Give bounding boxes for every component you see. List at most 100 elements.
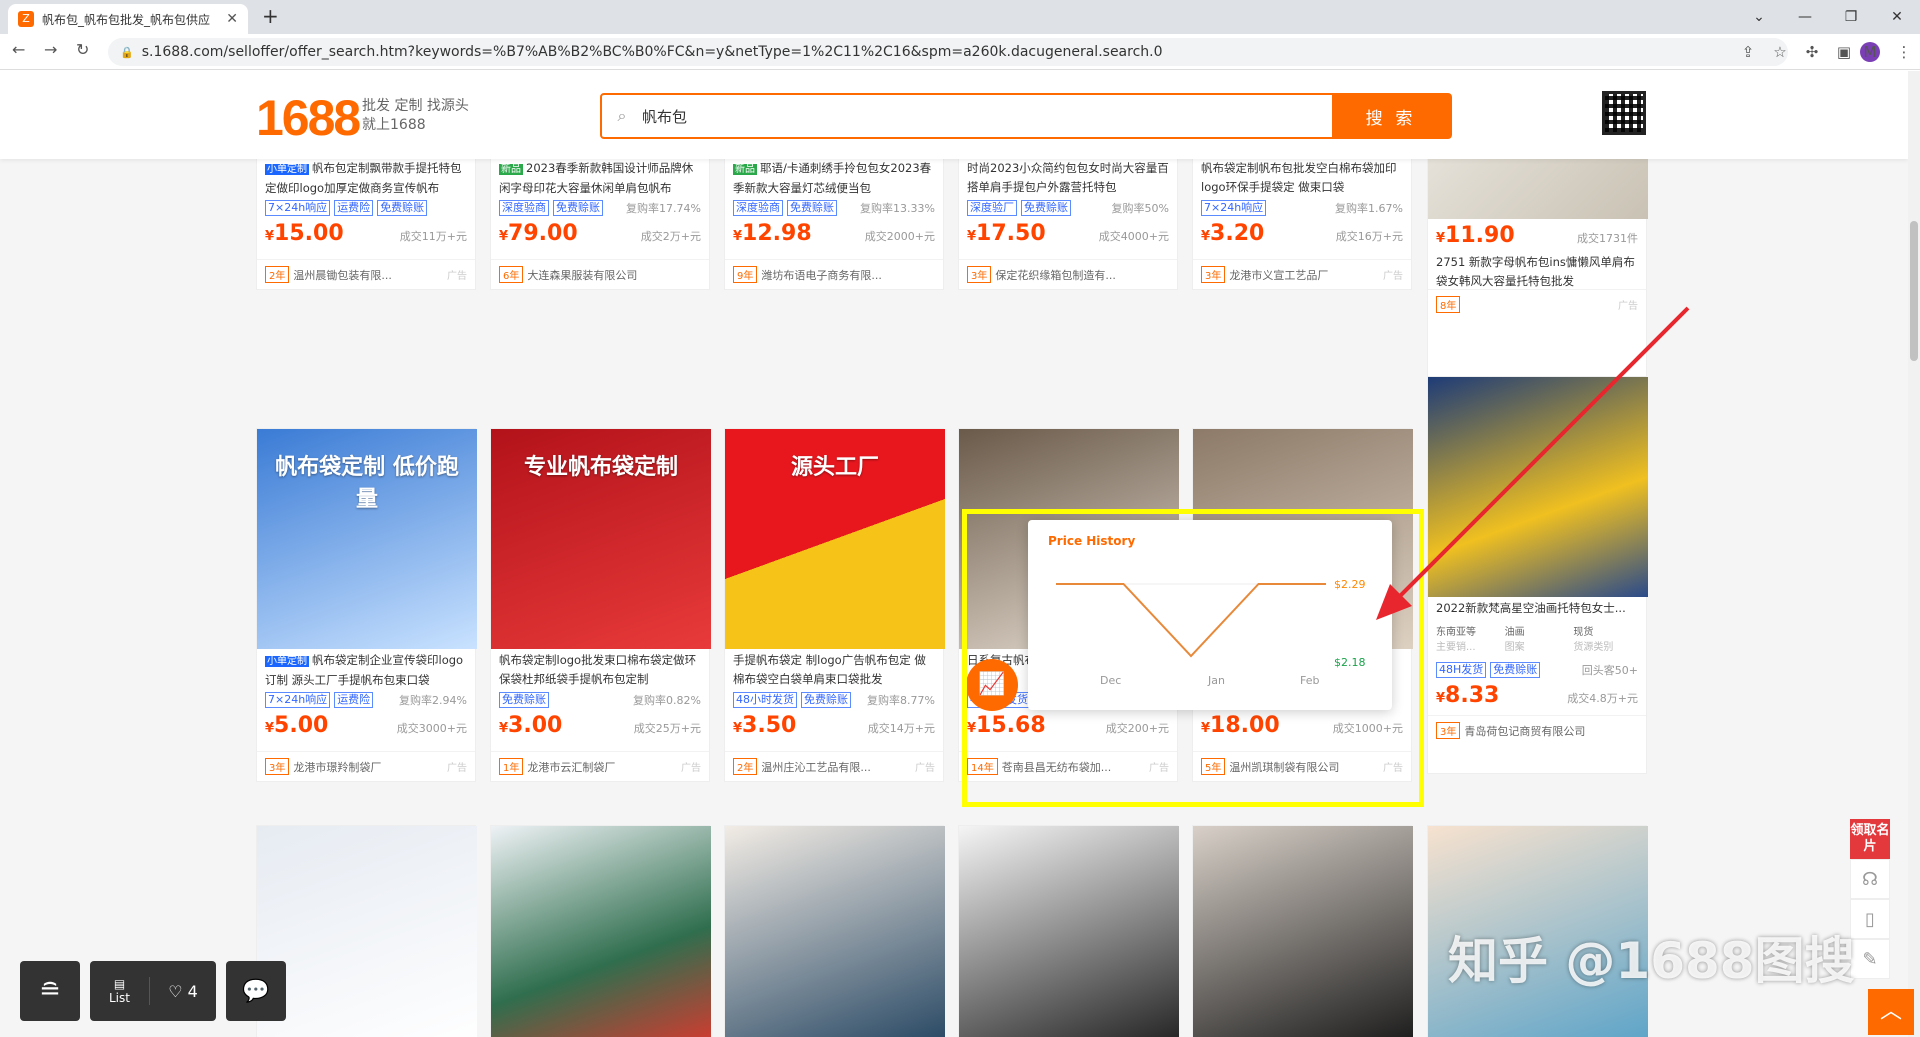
product-image[interactable] xyxy=(1428,377,1648,597)
shop-name[interactable]: 龙港市云汇制袋厂 xyxy=(527,759,681,775)
shop-name[interactable]: 大连森果服装有限公司 xyxy=(527,267,701,283)
product-title[interactable]: 帆布袋定制logo批发束口棉布袋定做环保袋杜邦纸袋手提帆布包定制 xyxy=(491,649,709,687)
product-card[interactable] xyxy=(724,825,945,1037)
product-card[interactable]: ¥11.90 成交1731件 2751 新款字母帆布包ins慵懒风单肩布袋女韩风大… xyxy=(1427,130,1648,386)
lock-icon: 🔒 xyxy=(120,45,134,59)
share-icon[interactable]: ⇪ xyxy=(1732,38,1764,66)
maximize-button[interactable]: ❐ xyxy=(1828,0,1874,34)
address-bar[interactable]: 🔒 s.1688.com/selloffer/offer_search.htm?… xyxy=(108,38,1788,66)
product-card[interactable] xyxy=(1192,825,1413,1037)
product-title[interactable]: 2751 新款字母帆布包ins慵懒风单肩布袋女韩风大容量托特包批发 xyxy=(1428,251,1646,289)
years-badge: 14年 xyxy=(967,758,998,775)
product-image[interactable] xyxy=(1193,826,1413,1037)
shop-name[interactable]: 龙港市璟羚制袋厂 xyxy=(293,759,447,775)
mobile-icon[interactable]: ▯ xyxy=(1850,899,1890,939)
shop-name[interactable]: 潍坊布语电子商务有限... xyxy=(761,267,935,283)
shop-name[interactable]: 青岛荷包记商贸有限公司 xyxy=(1464,723,1638,739)
product-card[interactable]: 源头工厂 手提帆布袋定 制logo广告帆布包定 做棉布袋空白袋单肩束口袋批发 48小… xyxy=(724,428,945,782)
x-axis-label: Dec xyxy=(1100,674,1121,687)
browser-tab[interactable]: Z 帆布包_帆布包批发_帆布包供应 ✕ xyxy=(8,4,248,34)
browser-tab-bar: Z 帆布包_帆布包批发_帆布包供应 ✕ + ⌄ — ❐ ✕ xyxy=(0,0,1920,34)
profile-avatar[interactable]: M xyxy=(1860,42,1880,62)
shop-row: 1年 龙港市云汇制袋厂 广告 xyxy=(491,751,709,781)
chat-button[interactable]: 💬 xyxy=(226,961,286,1021)
product-title[interactable]: 新品 耶语/卡通刺绣手拎包包女2023春季新款大容量灯芯绒便当包 xyxy=(725,157,943,195)
minimize-button[interactable]: — xyxy=(1782,0,1828,34)
get-card-button[interactable]: 领取名片 xyxy=(1850,819,1890,859)
product-card[interactable]: 帆布袋定制 低价跑量 小单定制 帆布袋定制企业宣传袋印logo订制 源头工厂手提帆布… xyxy=(256,428,477,782)
product-image[interactable]: 专业帆布袋定制 xyxy=(491,429,711,649)
collapse-menu-button[interactable]: ≘ xyxy=(20,961,80,1021)
repurchase-rate: 复购率50% xyxy=(1111,202,1169,215)
sold-count: 成交25万+元 xyxy=(633,722,701,735)
product-title[interactable]: 时尚2023小众简约包包女时尚大容量百搭单肩手提包户外露营托特包 xyxy=(959,157,1177,195)
shop-name[interactable]: 龙港市义宣工艺品厂 xyxy=(1229,267,1383,283)
product-title[interactable]: 小单定制 帆布包定制飘带款手提托特包定做印logo加厚定做商务宣传帆布 xyxy=(257,157,475,195)
page-scrollbar[interactable] xyxy=(1908,71,1920,1037)
attribute-value: 东南亚等 xyxy=(1436,627,1476,638)
shop-name[interactable]: 温州晨锄包装有限... xyxy=(293,267,447,283)
product-card[interactable] xyxy=(958,825,1179,1037)
service-tag: 免费赊账 xyxy=(801,692,851,708)
product-price: ¥5.00 xyxy=(265,713,329,738)
product-title[interactable]: 新品 2023春季新款韩国设计师品牌休闲字母印花大容量休闲单肩包帆布 xyxy=(491,157,709,195)
url-text: s.1688.com/selloffer/offer_search.htm?ke… xyxy=(141,44,1163,60)
extensions-icon[interactable]: ✣ xyxy=(1796,38,1828,66)
forward-icon[interactable]: → xyxy=(44,40,57,59)
service-tag: 免费赊账 xyxy=(1021,200,1071,216)
years-badge: 1年 xyxy=(499,758,524,775)
product-image[interactable] xyxy=(491,826,711,1037)
shop-row: 2年 温州庄沁工艺品有限... 广告 xyxy=(725,751,943,781)
product-card[interactable] xyxy=(256,825,477,1037)
customer-service-icon[interactable]: ☊ xyxy=(1850,859,1890,899)
product-image[interactable]: 源头工厂 xyxy=(725,429,945,649)
product-card[interactable] xyxy=(490,825,711,1037)
product-card[interactable]: 专业帆布袋定制 帆布袋定制logo批发束口棉布袋定做环保袋杜邦纸袋手提帆布包定制免… xyxy=(490,428,711,782)
list-favorites-button[interactable]: ▤ List ♡ 4 xyxy=(90,961,216,1021)
feedback-icon[interactable]: ✎ xyxy=(1850,939,1890,979)
back-icon[interactable]: ← xyxy=(12,40,25,59)
shop-name[interactable]: 温州庄沁工艺品有限... xyxy=(761,759,915,775)
tag-row: 深度验商 免费赊账 复购率17.74% xyxy=(491,195,709,217)
product-title[interactable]: 帆布袋定制帆布包批发空白棉布袋加印logo环保手提袋定 做束口袋 xyxy=(1193,157,1411,195)
back-to-top-button[interactable]: ︿ xyxy=(1868,989,1914,1035)
product-title[interactable]: 2022新款梵高星空油画托特包女士... xyxy=(1428,597,1646,619)
bookmark-star-icon[interactable]: ☆ xyxy=(1764,38,1796,66)
price-history-chart-icon[interactable]: 📈 xyxy=(966,659,1018,711)
product-title-text: 手提帆布袋定 制logo广告帆布包定 做棉布袋空白袋单肩束口袋批发 xyxy=(733,653,926,686)
side-panel-icon[interactable]: ▣ xyxy=(1828,38,1860,66)
tag-row: 7×24h响应 运费险 复购率2.94% xyxy=(257,687,475,709)
scrollbar-thumb[interactable] xyxy=(1910,221,1918,361)
product-image[interactable] xyxy=(959,826,1179,1037)
product-title[interactable]: 小单定制 帆布袋定制企业宣传袋印logo订制 源头工厂手提帆布包束口袋 xyxy=(257,649,475,687)
years-badge: 9年 xyxy=(733,266,758,283)
site-logo[interactable]: 1688 xyxy=(256,89,361,147)
new-tab-button[interactable]: + xyxy=(262,4,279,28)
product-image[interactable] xyxy=(725,826,945,1037)
shop-name[interactable]: 苍南县昌无纺布袋加... xyxy=(1002,759,1149,775)
product-price: ¥17.50 xyxy=(967,221,1046,246)
product-image[interactable]: 帆布袋定制 低价跑量 xyxy=(257,429,477,649)
tag-row: 深度验商 免费赊账 复购率13.33% xyxy=(725,195,943,217)
attribute-key: 主要销... xyxy=(1436,642,1476,653)
service-tag: 免费赊账 xyxy=(553,200,603,216)
tab-search-icon[interactable]: ⌄ xyxy=(1736,0,1782,34)
window-controls: ⌄ — ❐ ✕ xyxy=(1736,0,1920,34)
menu-kebab-icon[interactable]: ⋮ xyxy=(1888,38,1920,66)
fav-count: 4 xyxy=(187,981,198,1001)
product-image[interactable] xyxy=(257,826,477,1037)
search-input[interactable] xyxy=(642,95,1332,137)
shop-name[interactable]: 保定花织缘箱包制造有... xyxy=(995,267,1169,283)
shop-name[interactable]: 温州凯琪制袋有限公司 xyxy=(1229,759,1383,775)
product-card[interactable]: 2022新款梵高星空油画托特包女士... 东南亚等 主要销... 油画 图案 现货 货源类… xyxy=(1427,376,1648,774)
reload-icon[interactable]: ↻ xyxy=(76,40,89,59)
close-tab-icon[interactable]: ✕ xyxy=(226,11,238,27)
service-tag: 深度验商 xyxy=(733,200,783,216)
ad-label: 广告 xyxy=(447,271,467,282)
product-title[interactable]: 手提帆布袋定 制logo广告帆布包定 做棉布袋空白袋单肩束口袋批发 xyxy=(725,649,943,687)
favorites-count[interactable]: ♡ 4 xyxy=(150,982,216,1001)
search-button[interactable]: 搜 索 xyxy=(1332,95,1450,137)
list-button[interactable]: ▤ List xyxy=(90,977,150,1005)
close-window-button[interactable]: ✕ xyxy=(1874,0,1920,34)
price-row: ¥5.00 成交3000+元 xyxy=(257,709,475,741)
